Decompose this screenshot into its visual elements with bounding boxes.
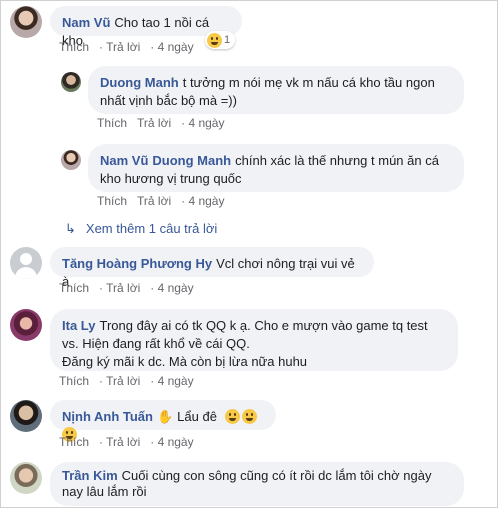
- laugh-emoji-icon: [224, 409, 240, 424]
- comment-actions: Thích · Trả lời · 4 ngày: [59, 435, 204, 449]
- separator: ·: [99, 40, 104, 54]
- comment-text: chính xác là thế nhưng t mún ăn cá kho h…: [100, 153, 439, 186]
- reply-link[interactable]: Trả lời: [106, 374, 140, 388]
- comment-time[interactable]: 4 ngày: [158, 40, 194, 54]
- separator: ·: [150, 40, 155, 54]
- like-link[interactable]: Thích: [59, 374, 89, 388]
- avatar[interactable]: [10, 462, 42, 494]
- mention-tag[interactable]: Duong Manh: [152, 153, 231, 168]
- comment-author[interactable]: Duong Manh: [100, 75, 179, 90]
- comment-author[interactable]: Nam Vũ: [100, 153, 148, 168]
- wave-hand-icon: ✋: [156, 409, 174, 424]
- separator: ·: [150, 281, 155, 295]
- separator: ·: [150, 435, 155, 449]
- comment-author[interactable]: Trần Kim: [62, 468, 118, 483]
- comment-time[interactable]: 4 ngày: [158, 281, 194, 295]
- laugh-emoji-icon: [241, 409, 257, 424]
- separator: ·: [99, 281, 104, 295]
- avatar[interactable]: [10, 400, 42, 432]
- view-more-replies-link[interactable]: ↳ Xem thêm 1 câu trả lời: [65, 221, 217, 237]
- like-link[interactable]: Thích: [59, 40, 89, 54]
- comment-author[interactable]: Ita Ly: [62, 318, 95, 333]
- separator: ·: [150, 374, 155, 388]
- reaction-badge[interactable]: 1: [205, 31, 236, 49]
- comment-bubble: Trần Kim Cuối cùng con sông cũng có ít rồ…: [50, 462, 464, 506]
- view-more-label: Xem thêm 1 câu trả lời: [85, 221, 218, 236]
- comment-text: Lẩu đê: [177, 409, 217, 424]
- comment-author[interactable]: Tăng Hoàng Phương Hy: [62, 256, 212, 271]
- comment-bubble: Nịnh Anh Tuấn ✋ Lẩu đê: [50, 400, 276, 442]
- reply-link[interactable]: Trả lời: [137, 116, 171, 130]
- separator: ·: [99, 435, 104, 449]
- like-link[interactable]: Thích: [59, 281, 89, 295]
- avatar[interactable]: [61, 150, 81, 170]
- comment-actions: Thích · Trả lời · 4 ngày: [59, 374, 204, 388]
- reply-bubble: Nam Vũ Duong Manh chính xác là thế nhưng t…: [88, 144, 464, 192]
- reply-link[interactable]: Trả lời: [106, 435, 140, 449]
- comment-time[interactable]: 4 ngày: [158, 374, 194, 388]
- separator: ·: [99, 374, 104, 388]
- avatar[interactable]: [10, 309, 42, 341]
- avatar[interactable]: [10, 247, 42, 279]
- like-link[interactable]: Thích: [97, 116, 127, 130]
- reply-bubble: Duong Manh t tưởng m nói mẹ vk m nấu cá k…: [88, 66, 464, 114]
- comment-time[interactable]: 4 ngày: [158, 435, 194, 449]
- like-link[interactable]: Thích: [97, 194, 127, 208]
- reply-link[interactable]: Trả lời: [106, 40, 140, 54]
- comment-text-line: Đăng ký mãi k dc. Mà còn bị lừa nữa huhu: [62, 354, 308, 369]
- comment-actions: Thích · Trả lời · 4 ngày: [59, 40, 204, 54]
- avatar-body-shape: [15, 267, 37, 279]
- haha-emoji-icon: [207, 32, 222, 48]
- comment-time[interactable]: 4 ngày: [188, 194, 224, 208]
- comment-actions: Thích Trả lời · 4 ngày: [97, 116, 234, 130]
- like-link[interactable]: Thích: [59, 435, 89, 449]
- comment-bubble: Tăng Hoàng Phương Hy Vcl chơi nông trại v…: [50, 247, 374, 289]
- comment-actions: Thích · Trả lời · 4 ngày: [59, 281, 204, 295]
- reply-link[interactable]: Trả lời: [137, 194, 171, 208]
- reply-arrow-icon: ↳: [65, 221, 76, 236]
- comment-author[interactable]: Nịnh Anh Tuấn: [62, 409, 153, 424]
- reply-link[interactable]: Trả lời: [106, 281, 140, 295]
- separator: ·: [181, 194, 186, 208]
- comment-bubble: Ita Ly Trong đây ai có tk QQ k ạ. Cho e m…: [50, 309, 458, 371]
- comment-text: Trong đây ai có tk QQ k ạ. Cho e mượn và…: [62, 318, 428, 351]
- comment-actions: Thích Trả lời · 4 ngày: [97, 194, 234, 208]
- reaction-count: 1: [224, 34, 231, 46]
- avatar[interactable]: [61, 72, 81, 92]
- separator: ·: [181, 116, 186, 130]
- default-avatar-icon: [20, 253, 32, 265]
- avatar[interactable]: [10, 6, 42, 38]
- comment-time[interactable]: 4 ngày: [188, 116, 224, 130]
- comment-author[interactable]: Nam Vũ: [62, 15, 110, 30]
